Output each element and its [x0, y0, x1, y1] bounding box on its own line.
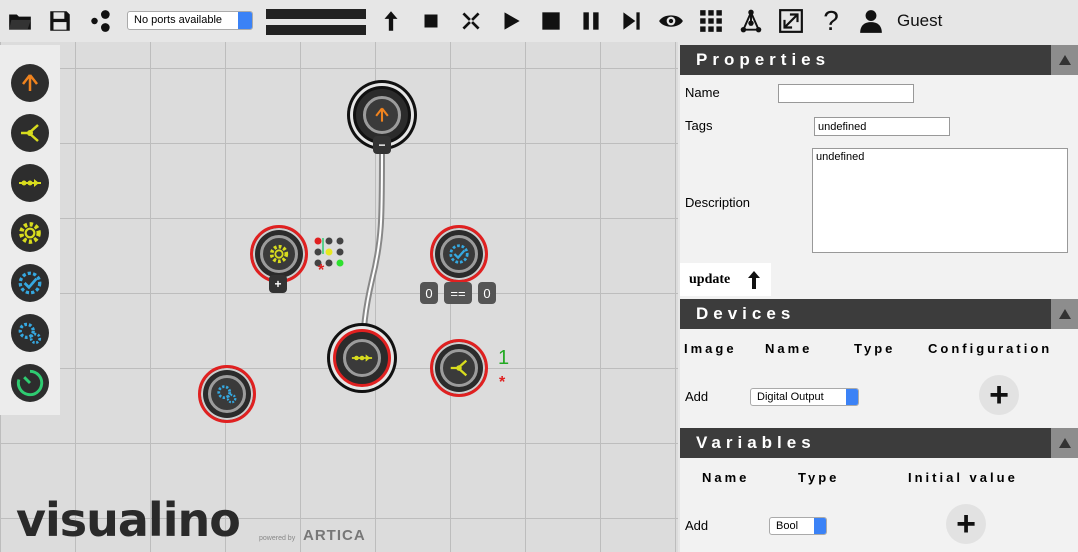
shrink-icon[interactable]: [456, 6, 486, 36]
compare-left-value[interactable]: 0: [420, 282, 438, 304]
collapse-triangle-icon[interactable]: [1051, 428, 1078, 458]
palette-digital-input[interactable]: [11, 64, 49, 102]
devices-header[interactable]: Devices: [680, 299, 1078, 329]
device-type-value: Digital Output: [757, 391, 824, 403]
node-gears[interactable]: [198, 365, 256, 423]
expand-icon[interactable]: [776, 6, 806, 36]
palette-process[interactable]: [11, 214, 49, 252]
variables-col-name: Name: [702, 470, 750, 485]
workspace-canvas[interactable]: [0, 42, 678, 552]
progress-bar: [266, 9, 366, 35]
compare-right-value[interactable]: 0: [478, 282, 496, 304]
devices-col-configuration: Configuration: [928, 341, 1053, 356]
open-folder-icon[interactable]: [5, 6, 35, 36]
gears-icon: [217, 385, 237, 404]
variables-title: Variables: [696, 433, 816, 452]
description-label: Description: [685, 195, 751, 210]
palette-gears[interactable]: [11, 314, 49, 352]
collapse-triangle-icon[interactable]: [1051, 299, 1078, 329]
gears-icon: [18, 322, 42, 345]
tags-label: Tags: [685, 118, 713, 133]
variable-type-value: Bool: [776, 520, 799, 532]
input-arrow-icon: [375, 107, 389, 122]
variable-type-select[interactable]: Bool: [769, 517, 827, 535]
required-marker-2: *: [499, 374, 506, 391]
stop-small-icon[interactable]: [416, 6, 446, 36]
user-name: Guest: [897, 11, 943, 30]
timer-icon: [16, 369, 44, 397]
save-icon[interactable]: [45, 6, 75, 36]
update-label: update: [689, 272, 731, 287]
palette-timer[interactable]: [11, 364, 49, 402]
pin-number: 1: [498, 347, 510, 369]
devices-col-image: Image: [684, 341, 737, 356]
graph-icon[interactable]: [736, 6, 766, 36]
powered-by-label: powered by: [259, 535, 296, 542]
gear-icon: [19, 222, 41, 244]
name-input[interactable]: [778, 84, 914, 103]
upload-arrow-icon: [748, 271, 760, 289]
expand-button[interactable]: +: [269, 275, 287, 293]
collapse-button[interactable]: −: [373, 136, 391, 154]
palette-wire[interactable]: [11, 164, 49, 202]
wire-icon: [351, 354, 373, 362]
palette-split[interactable]: [11, 114, 49, 152]
check-gear-icon: [449, 244, 469, 264]
device-type-select[interactable]: Digital Output: [750, 388, 859, 406]
description-input[interactable]: undefined: [812, 148, 1068, 253]
devices-add-label: Add: [685, 389, 709, 404]
palette-condition[interactable]: [11, 264, 49, 302]
gear-icon: [269, 244, 289, 264]
step-forward-icon[interactable]: [616, 6, 646, 36]
collapse-triangle-icon[interactable]: [1051, 45, 1078, 75]
properties-title: Properties: [696, 50, 831, 69]
user-icon[interactable]: [856, 6, 886, 36]
required-marker: *: [318, 262, 325, 279]
side-panel: Properties Name Tags Description undefin…: [680, 45, 1078, 552]
chevron-updown-icon: [846, 389, 858, 405]
variables-col-type: Type: [798, 470, 840, 485]
tags-input[interactable]: [814, 117, 950, 136]
upload-icon[interactable]: [376, 6, 406, 36]
input-arrow-icon: [22, 74, 38, 91]
node-wire[interactable]: [333, 329, 391, 387]
ports-select-value: No ports available: [134, 14, 223, 26]
add-device-button[interactable]: +: [979, 375, 1019, 415]
node-split[interactable]: [430, 339, 488, 397]
add-variable-button[interactable]: +: [946, 504, 986, 544]
eye-icon[interactable]: [656, 6, 686, 36]
properties-header[interactable]: Properties: [680, 45, 1078, 75]
stop-icon[interactable]: [536, 6, 566, 36]
grid-icon[interactable]: [696, 6, 726, 36]
ports-select[interactable]: No ports available: [127, 11, 253, 30]
variables-add-label: Add: [685, 518, 709, 533]
artica-logo: ARTICA: [303, 527, 366, 544]
devices-col-type: Type: [854, 341, 896, 356]
connect-nodes-icon[interactable]: [86, 6, 116, 36]
pause-icon[interactable]: [576, 6, 606, 36]
variables-col-initial-value: Initial value: [908, 470, 1018, 485]
compare-operator[interactable]: ==: [444, 282, 472, 304]
chevron-updown-icon: [814, 518, 826, 534]
update-button[interactable]: update: [680, 263, 771, 296]
visualino-logo: visualino: [16, 493, 241, 547]
toolbar: No ports available ? Guest: [0, 0, 1078, 42]
split-icon: [21, 124, 39, 142]
devices-title: Devices: [696, 304, 796, 323]
name-label: Name: [685, 85, 720, 100]
help-icon[interactable]: ?: [816, 5, 846, 36]
devices-col-name: Name: [765, 341, 813, 356]
component-palette: [0, 45, 60, 415]
chevron-updown-icon: [238, 12, 252, 29]
node-condition[interactable]: [430, 225, 488, 283]
check-gear-icon: [18, 271, 42, 295]
split-icon: [450, 359, 468, 377]
variables-header[interactable]: Variables: [680, 428, 1078, 458]
play-icon[interactable]: [496, 6, 526, 36]
wire-icon: [19, 179, 41, 187]
